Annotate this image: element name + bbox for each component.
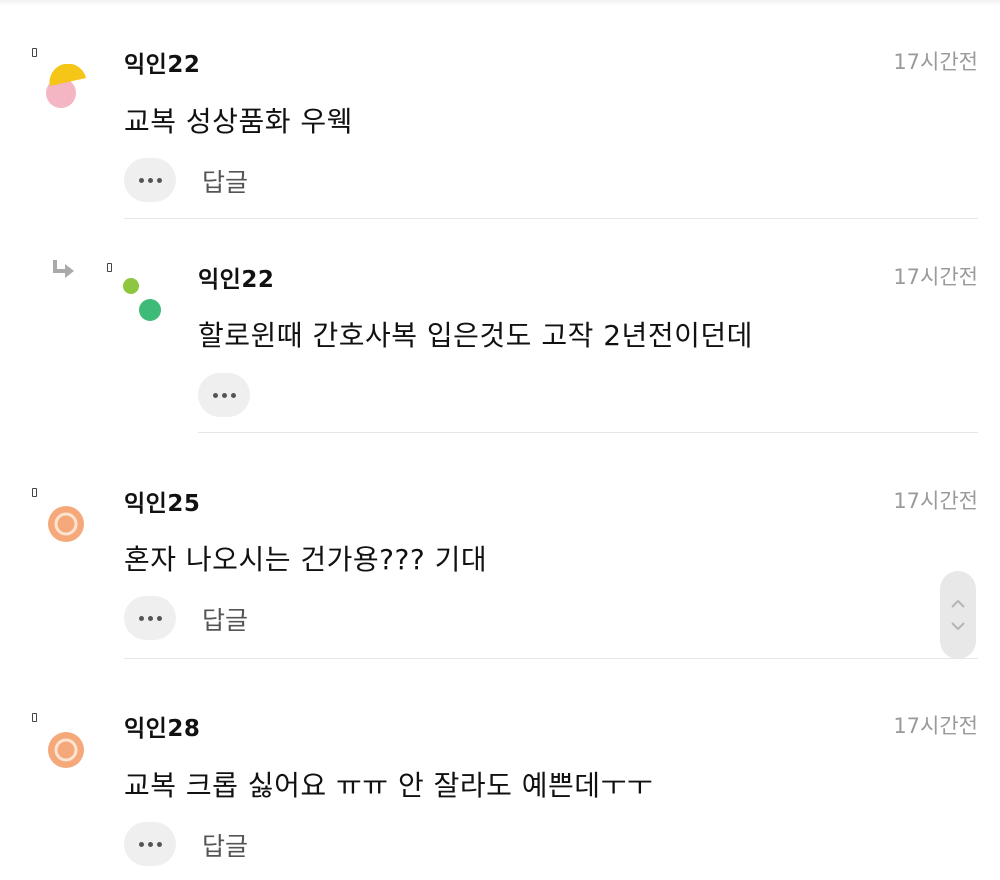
comment-author: 익인25 [124,491,201,517]
comment-text: 교복 크롭 싫어요 ㅠㅠ 안 잘라도 예쁜데ㅜㅜ [124,769,654,802]
more-options-button[interactable] [198,373,250,417]
comment-text: 교복 성상품화 우웩 [124,105,353,138]
reply-button[interactable]: 답글 [202,827,248,863]
comment-time: 17시간전 [893,489,978,513]
reply-button[interactable]: 답글 [202,601,248,637]
comment-author: 익인22 [124,52,201,78]
ellipsis-icon [138,177,144,183]
chevron-down-icon[interactable] [950,621,966,631]
divider [124,218,978,219]
comment-text: 할로윈때 간호사복 입은것도 고작 2년전이던데 [198,319,753,352]
more-options-button[interactable] [124,158,176,202]
top-edge [0,0,1000,6]
ellipsis-icon [138,841,144,847]
comment-marker-icon [32,488,37,497]
comment-marker-icon [107,263,112,272]
comment-marker-icon [32,48,37,57]
ellipsis-icon [212,392,218,398]
comment-time: 17시간전 [893,50,978,74]
avatar [48,732,84,768]
more-options-button[interactable] [124,822,176,866]
avatar [123,278,161,321]
divider [198,432,978,433]
reply-button[interactable]: 답글 [202,163,248,199]
comment-time: 17시간전 [893,714,978,738]
avatar [48,506,84,542]
avatar [46,64,86,108]
comment-text: 혼자 나오시는 건가용??? 기대 [124,543,488,576]
divider [124,658,978,659]
chevron-up-icon[interactable] [950,599,966,609]
more-options-button[interactable] [124,596,176,640]
comment-author: 익인28 [124,716,201,742]
comment-author: 익인22 [198,267,275,293]
comment-time: 17시간전 [893,265,978,289]
ellipsis-icon [138,615,144,621]
reply-arrow-icon [53,260,74,278]
scroll-navigation[interactable] [940,571,976,659]
comment-marker-icon [32,713,37,722]
